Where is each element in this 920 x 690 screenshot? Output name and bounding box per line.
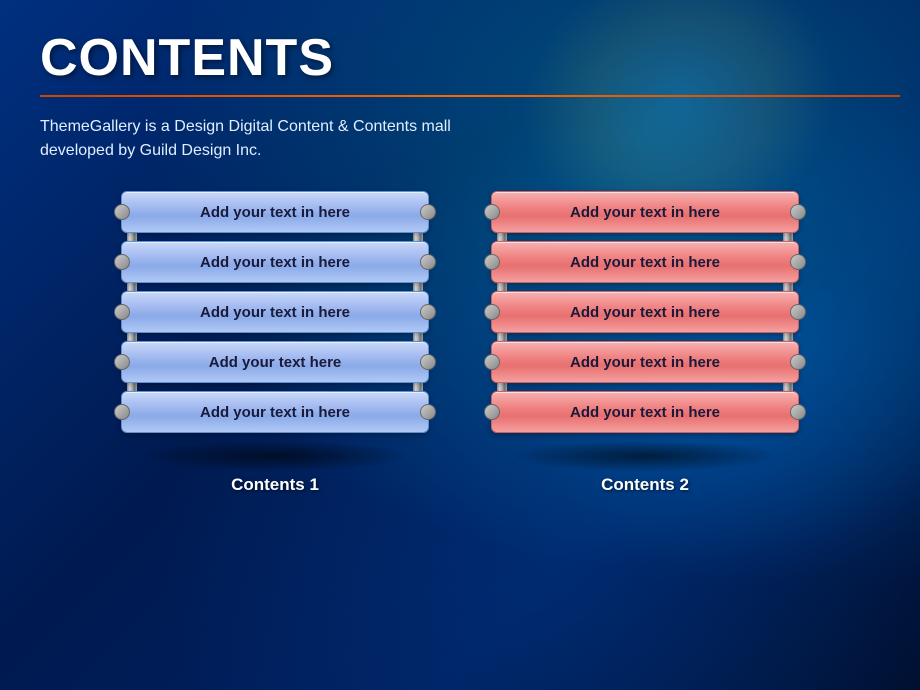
column-1-label: Contents 1 [231,475,319,495]
column-2: Add your text in here Add your text in he… [475,191,815,495]
bars-container-2: Add your text in here Add your text in he… [485,191,805,433]
columns-container: Add your text in here Add your text in he… [40,191,880,495]
column-1: Add your text in here Add your text in he… [105,191,445,495]
bar-col2-2: Add your text in here [491,291,799,333]
bars-container-1: Add your text in here Add your text in he… [115,191,435,433]
bar-col1-3: Add your text here [121,341,429,383]
title-divider [40,95,900,97]
pole-frame-2: Add your text in here Add your text in he… [485,191,805,433]
bar-col1-0: Add your text in here [121,191,429,233]
bar-col1-1: Add your text in here [121,241,429,283]
bar-col2-0: Add your text in here [491,191,799,233]
subtitle-text: ThemeGallery is a Design Digital Content… [40,115,520,163]
bar-col1-4: Add your text in here [121,391,429,433]
bar-col2-1: Add your text in here [491,241,799,283]
bar-col2-4: Add your text in here [491,391,799,433]
pole-frame-1: Add your text in here Add your text in he… [115,191,435,433]
bar-col2-3: Add your text in here [491,341,799,383]
base-oval-2 [515,441,775,471]
column-2-label: Contents 2 [601,475,689,495]
bar-col1-2: Add your text in here [121,291,429,333]
page-title: CONTENTS [40,30,880,87]
base-oval-1 [145,441,405,471]
page-content: CONTENTS ThemeGallery is a Design Digita… [0,0,920,690]
